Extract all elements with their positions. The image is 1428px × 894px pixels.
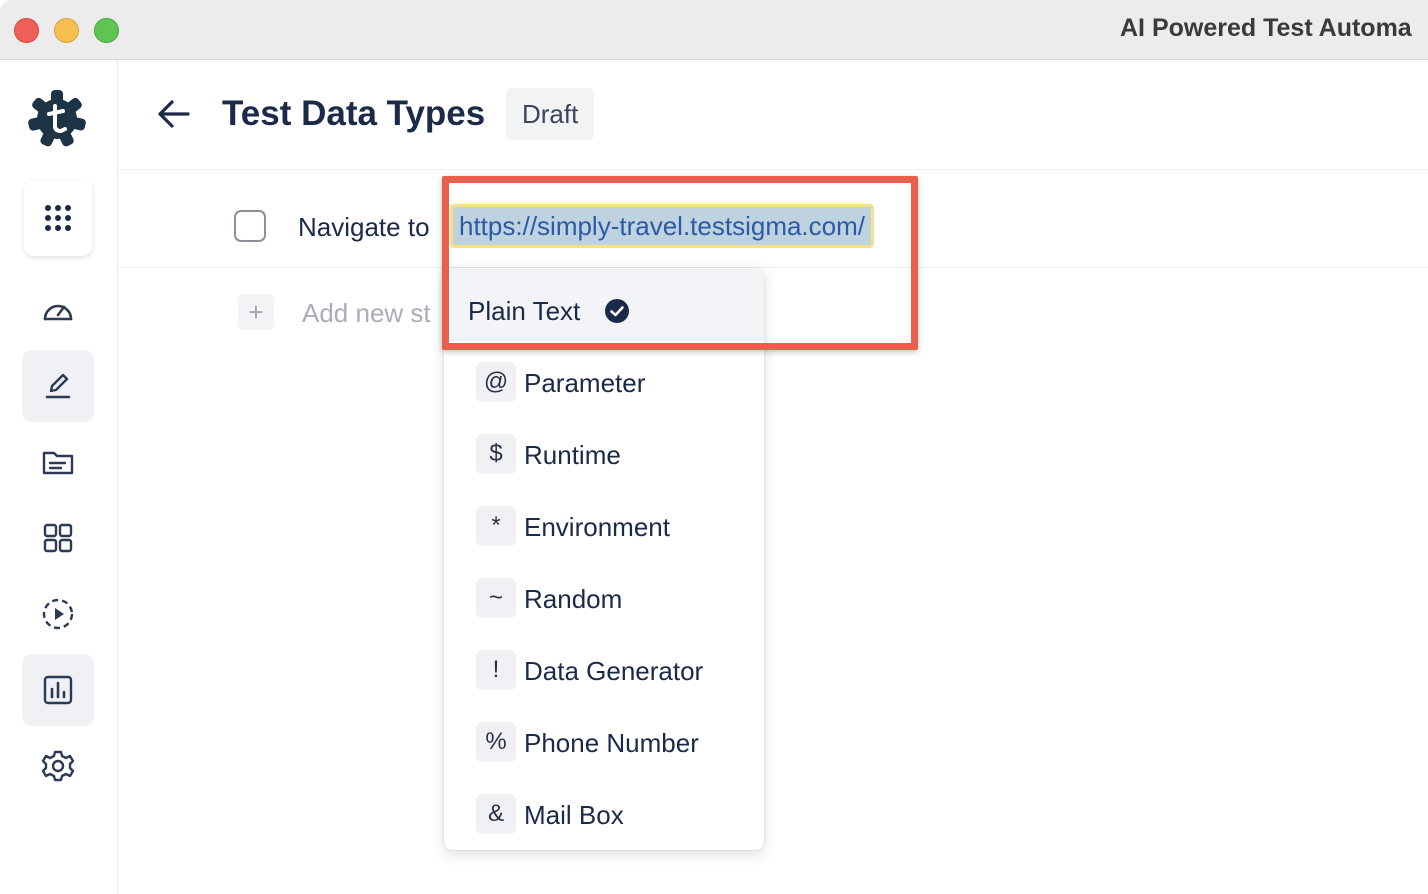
- add-step-label[interactable]: Add new st: [302, 298, 431, 329]
- apps-grid-icon: [45, 205, 71, 231]
- status-badge: Draft: [506, 88, 595, 140]
- page-header: Test Data Types Draft: [118, 60, 1428, 170]
- window-title: AI Powered Test Automa: [1120, 14, 1412, 42]
- page-title: Test Data Types: [222, 94, 486, 133]
- step-action-text: Navigate to: [298, 212, 430, 242]
- step-checkbox[interactable]: [234, 210, 266, 242]
- dropdown-item-label: Random: [524, 584, 623, 614]
- minimize-window-button[interactable]: [54, 18, 79, 43]
- sidebar-item-reports[interactable]: [22, 654, 94, 726]
- add-step-button[interactable]: +: [238, 294, 274, 330]
- data-type-dropdown: Plain Text @ Parameter $ Runtime * Envir…: [444, 268, 764, 850]
- check-circle-icon: [605, 299, 629, 323]
- testsigma-logo-icon[interactable]: [28, 90, 86, 148]
- runtime-symbol-icon: $: [476, 434, 516, 474]
- sidebar-item-settings[interactable]: [22, 730, 94, 802]
- back-arrow-icon[interactable]: [154, 94, 194, 134]
- play-circle-icon: [42, 598, 74, 630]
- random-symbol-icon: ~: [476, 578, 516, 618]
- dropdown-item-label: Phone Number: [524, 728, 699, 758]
- dropdown-item-random[interactable]: ~ Random: [444, 564, 764, 636]
- grid-icon: [43, 523, 73, 553]
- dropdown-item-label: Parameter: [524, 368, 646, 398]
- dropdown-item-mail-box[interactable]: & Mail Box: [444, 780, 764, 850]
- dropdown-item-label: Environment: [524, 512, 670, 542]
- pencil-icon: [45, 373, 71, 399]
- sidebar-item-dashboard[interactable]: [22, 274, 94, 346]
- environment-symbol-icon: *: [476, 506, 516, 546]
- dropdown-item-plain-text[interactable]: Plain Text: [444, 268, 764, 340]
- phone-number-symbol-icon: %: [476, 722, 516, 762]
- apps-grid-button[interactable]: [24, 180, 92, 256]
- zoom-window-button[interactable]: [94, 18, 119, 43]
- dropdown-item-runtime[interactable]: $ Runtime: [444, 420, 764, 492]
- dropdown-item-parameter[interactable]: @ Parameter: [444, 348, 764, 420]
- bar-chart-icon: [43, 675, 73, 705]
- sidebar-item-run[interactable]: [22, 578, 94, 650]
- mail-box-symbol-icon: &: [476, 794, 516, 834]
- gauge-icon: [43, 304, 73, 321]
- dropdown-item-label: Runtime: [524, 440, 621, 470]
- plus-icon: +: [248, 296, 264, 327]
- dropdown-item-label: Mail Box: [524, 800, 624, 830]
- sidebar-item-files[interactable]: [22, 426, 94, 498]
- step-url-value[interactable]: https://simply-travel.testsigma.com/: [450, 204, 874, 248]
- dropdown-item-label: Plain Text: [468, 296, 581, 326]
- dropdown-item-phone-number[interactable]: % Phone Number: [444, 708, 764, 780]
- dropdown-item-label: Data Generator: [524, 656, 704, 686]
- gear-icon: [41, 750, 75, 782]
- folder-icon: [42, 451, 74, 475]
- sidebar: [0, 60, 118, 894]
- data-generator-symbol-icon: !: [476, 650, 516, 690]
- sidebar-item-test-authoring[interactable]: [22, 350, 94, 422]
- window-titlebar: AI Powered Test Automa: [0, 0, 1428, 60]
- parameter-symbol-icon: @: [476, 362, 516, 402]
- sidebar-item-modules[interactable]: [22, 502, 94, 574]
- close-window-button[interactable]: [14, 18, 39, 43]
- test-step-row[interactable]: Navigate to https://simply-travel.testsi…: [118, 170, 1428, 268]
- dropdown-item-environment[interactable]: * Environment: [444, 492, 764, 564]
- dropdown-item-data-generator[interactable]: ! Data Generator: [444, 636, 764, 708]
